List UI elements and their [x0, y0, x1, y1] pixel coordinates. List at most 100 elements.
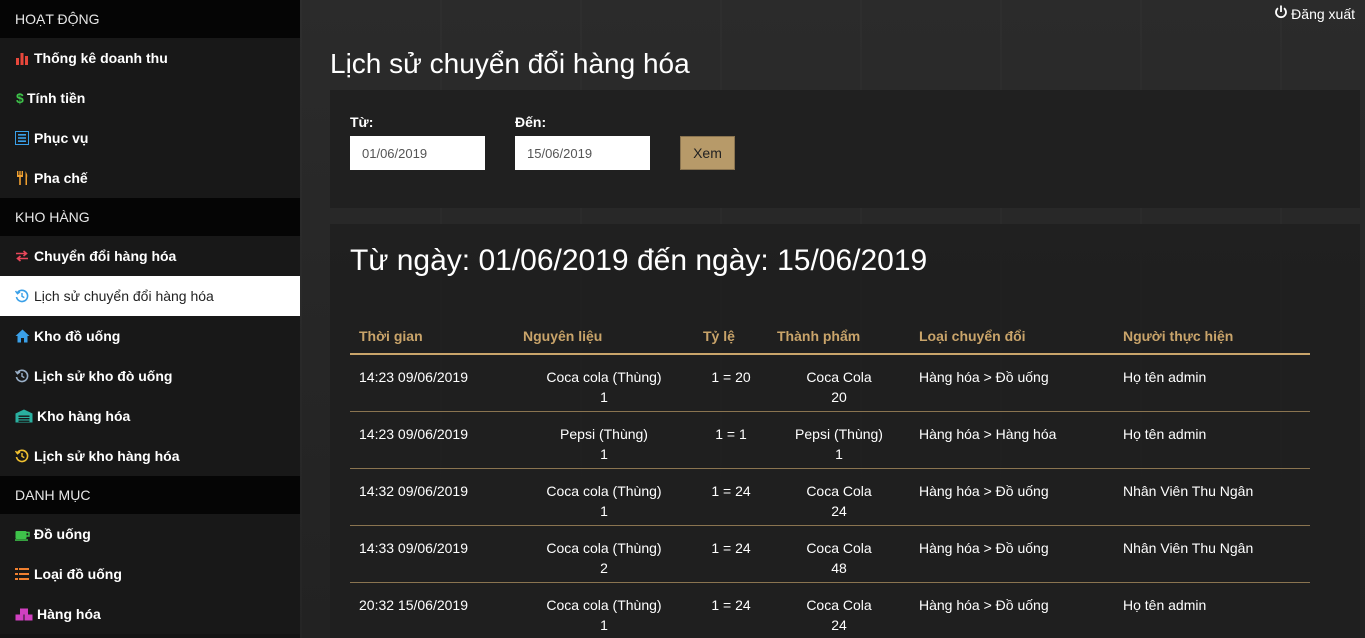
col-header-user[interactable]: Người thực hiện	[1114, 318, 1310, 355]
section-activity: HOẠT ĐỘNG	[0, 0, 300, 38]
sidebar-item-label: Kho hàng hóa	[37, 408, 131, 424]
table-row: 14:23 09/06/2019 Pepsi (Thùng) 1 1 = 1 Pe…	[350, 411, 1310, 469]
cell-time: 14:33 09/06/2019	[350, 525, 514, 583]
sidebar-item-conversion-history[interactable]: Lịch sử chuyển đổi hàng hóa	[0, 276, 300, 316]
cell-user: Họ tên admin	[1114, 411, 1310, 469]
cell-ratio: 1 = 1	[694, 411, 768, 469]
cell-material: Coca cola (Thùng) 1	[514, 354, 694, 412]
cell-ratio: 1 = 24	[694, 468, 768, 526]
sidebar-item-drinks-history[interactable]: Lịch sử kho đò uống	[0, 356, 300, 396]
col-header-product[interactable]: Thành phẩm	[768, 318, 910, 355]
sidebar-item-goods-warehouse[interactable]: Kho hàng hóa	[0, 396, 300, 436]
cell-product: Coca Cola 20	[768, 354, 910, 412]
date-range-heading: Từ ngày: 01/06/2019 đến ngày: 15/06/2019	[350, 244, 927, 278]
range-from: 01/06/2019	[478, 244, 629, 277]
sidebar-item-drinks-warehouse[interactable]: Kho đồ uống	[0, 316, 300, 356]
table-row: 14:23 09/06/2019 Coca cola (Thùng) 1 1 = …	[350, 354, 1310, 412]
col-header-material[interactable]: Nguyên liệu	[514, 318, 694, 355]
to-date-input[interactable]	[515, 136, 650, 170]
sidebar-item-label: Kho đồ uống	[34, 328, 121, 344]
cell-type: Hàng hóa > Đồ uống	[910, 354, 1114, 412]
logout-link[interactable]: Đăng xuất	[1274, 5, 1355, 22]
cell-product: Coca Cola 24	[768, 468, 910, 526]
sidebar-item-label: Hàng hóa	[37, 606, 101, 622]
cell-time: 14:23 09/06/2019	[350, 354, 514, 412]
conversion-history-table: Thời gian Nguyên liệu Tỷ lệ Thành phẩm L…	[350, 318, 1310, 638]
sidebar-item-goods-history[interactable]: Lịch sử kho hàng hóa	[0, 436, 300, 476]
sidebar: HOẠT ĐỘNG Thống kê doanh thu $ Tính tiền…	[0, 0, 300, 638]
history-icon	[15, 369, 33, 383]
cell-user: Nhân Viên Thu Ngân	[1114, 468, 1310, 526]
cell-user: Họ tên admin	[1114, 582, 1310, 638]
sidebar-item-label: Loại đồ uống	[34, 566, 122, 582]
coffee-icon	[15, 528, 33, 541]
main-content: Đăng xuất Lịch sử chuyển đổi hàng hóa Từ…	[300, 0, 1365, 638]
cell-material: Coca cola (Thùng) 1	[514, 468, 694, 526]
sidebar-item-label: Chuyển đổi hàng hóa	[34, 248, 177, 264]
sidebar-item-label: Thống kê doanh thu	[34, 50, 168, 66]
range-to: 15/06/2019	[777, 244, 928, 277]
list-icon	[15, 568, 33, 580]
col-header-ratio[interactable]: Tỷ lệ	[694, 318, 768, 355]
col-header-time[interactable]: Thời gian	[350, 318, 514, 355]
sidebar-item-label: Lịch sử kho đò uống	[34, 368, 173, 384]
sidebar-item-label: Đồ uống	[34, 526, 91, 542]
sidebar-item-bartending[interactable]: Pha chế	[0, 158, 300, 198]
cell-user: Nhân Viên Thu Ngân	[1114, 525, 1310, 583]
cell-product: Coca Cola 48	[768, 525, 910, 583]
cell-material: Coca cola (Thùng) 2	[514, 525, 694, 583]
sidebar-item-checkout[interactable]: $ Tính tiền	[0, 78, 300, 118]
sidebar-item-label: Tính tiền	[27, 90, 86, 106]
table-row: 14:32 09/06/2019 Coca cola (Thùng) 1 1 = …	[350, 468, 1310, 526]
page-title: Lịch sử chuyển đổi hàng hóa	[330, 48, 690, 79]
cell-type: Hàng hóa > Đồ uống	[910, 582, 1114, 638]
cell-time: 20:32 15/06/2019	[350, 582, 514, 638]
result-panel: Từ ngày: 01/06/2019 đến ngày: 15/06/2019…	[330, 224, 1360, 638]
cell-ratio: 1 = 24	[694, 582, 768, 638]
section-catalog: DANH MỤC	[0, 476, 300, 514]
power-icon	[1274, 5, 1288, 22]
cell-user: Họ tên admin	[1114, 354, 1310, 412]
cell-type: Hàng hóa > Đồ uống	[910, 525, 1114, 583]
col-header-type[interactable]: Loại chuyển đổi	[910, 318, 1114, 355]
cell-ratio: 1 = 24	[694, 525, 768, 583]
cell-product: Pepsi (Thùng) 1	[768, 411, 910, 469]
sidebar-item-service[interactable]: Phục vụ	[0, 118, 300, 158]
cell-type: Hàng hóa > Hàng hóa	[910, 411, 1114, 469]
table-row: 20:32 15/06/2019 Coca cola (Thùng) 1 1 = …	[350, 582, 1310, 638]
cubes-icon	[15, 608, 36, 621]
list-alt-icon	[15, 131, 33, 145]
range-prefix: Từ ngày:	[350, 244, 479, 277]
bar-chart-icon	[15, 52, 33, 65]
cell-material: Pepsi (Thùng) 1	[514, 411, 694, 469]
from-date-input[interactable]	[350, 136, 485, 170]
sidebar-item-label: Lịch sử kho hàng hóa	[34, 448, 180, 464]
exchange-icon	[15, 250, 33, 262]
dollar-icon: $	[16, 90, 24, 106]
table-row: 14:33 09/06/2019 Coca cola (Thùng) 2 1 = …	[350, 525, 1310, 583]
section-warehouse: KHO HÀNG	[0, 198, 300, 236]
sidebar-item-label: Pha chế	[34, 170, 88, 186]
cell-material: Coca cola (Thùng) 1	[514, 582, 694, 638]
view-button[interactable]: Xem	[680, 136, 735, 170]
home-icon	[15, 329, 33, 343]
cutlery-icon	[15, 171, 33, 185]
sidebar-item-goods-conversion[interactable]: Chuyển đổi hàng hóa	[0, 236, 300, 276]
logout-label: Đăng xuất	[1291, 5, 1355, 22]
sidebar-item-label: Phục vụ	[34, 130, 89, 146]
history-icon	[15, 289, 33, 303]
sidebar-item-drinks[interactable]: Đồ uống	[0, 514, 300, 554]
cell-product: Coca Cola 24	[768, 582, 910, 638]
history-icon	[15, 449, 33, 463]
sidebar-item-label: Lịch sử chuyển đổi hàng hóa	[34, 288, 214, 304]
sidebar-item-revenue-stats[interactable]: Thống kê doanh thu	[0, 38, 300, 78]
cell-time: 14:23 09/06/2019	[350, 411, 514, 469]
to-label: Đến:	[515, 114, 547, 130]
cell-time: 14:32 09/06/2019	[350, 468, 514, 526]
warehouse-icon	[15, 409, 36, 423]
range-middle: đến ngày:	[628, 244, 778, 277]
sidebar-item-drink-types[interactable]: Loại đồ uống	[0, 554, 300, 594]
cell-type: Hàng hóa > Đồ uống	[910, 468, 1114, 526]
sidebar-item-goods[interactable]: Hàng hóa	[0, 594, 300, 634]
table-header-row: Thời gian Nguyên liệu Tỷ lệ Thành phẩm L…	[350, 318, 1310, 355]
